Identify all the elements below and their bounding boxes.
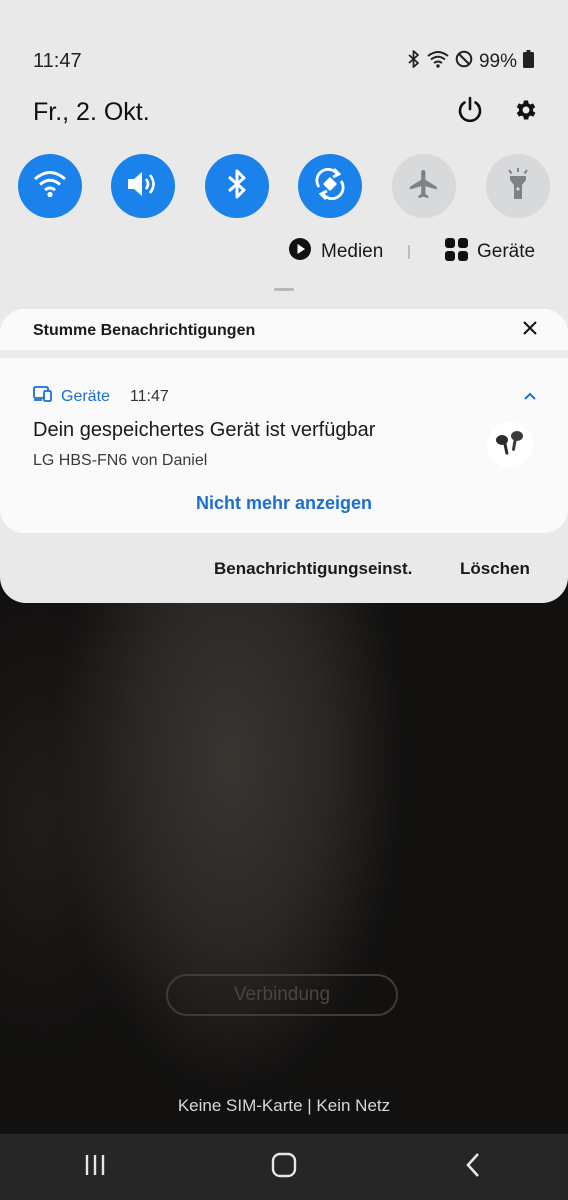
devices-label: Geräte: [477, 241, 536, 262]
status-icons: 99%: [407, 50, 534, 74]
media-devices-row: Medien Geräte: [0, 237, 568, 268]
tile-wifi[interactable]: [18, 154, 82, 218]
back-button[interactable]: [443, 1137, 503, 1197]
tile-airplane[interactable]: [392, 154, 456, 218]
recents-icon: [83, 1153, 107, 1182]
date-label: Fr., 2. Okt.: [33, 98, 150, 126]
silent-notifications-title: Stumme Benachrichtigungen: [33, 322, 256, 339]
quick-settings-tiles: [18, 154, 550, 218]
recent-apps-button[interactable]: [65, 1137, 125, 1197]
notification-time: 11:47: [129, 387, 169, 405]
battery-icon: [523, 50, 534, 74]
media-divider: [408, 245, 410, 259]
power-icon: [456, 96, 484, 129]
home-icon: [271, 1152, 297, 1183]
settings-button[interactable]: [510, 96, 542, 128]
tile-auto-rotate[interactable]: [298, 154, 362, 218]
sim-status-text: Keine SIM-Karte | Kein Netz: [177, 1096, 391, 1115]
play-icon: [288, 237, 312, 267]
wifi-icon: [33, 170, 67, 203]
battery-level: 99%: [478, 51, 517, 72]
power-button[interactable]: [454, 96, 486, 128]
gear-icon: [513, 97, 539, 128]
media-label: Medien: [321, 241, 384, 262]
devices-grid-icon: [445, 237, 468, 267]
airplane-icon: [407, 167, 441, 206]
dismiss-section-button[interactable]: [518, 318, 542, 342]
clear-all-button[interactable]: Löschen: [460, 559, 530, 579]
speaker-icon: [125, 169, 161, 204]
notification-settings-button[interactable]: Benachrichtigungseinst.: [214, 559, 412, 579]
devices-button[interactable]: Geräte: [445, 237, 536, 267]
notification-app-name: Geräte: [61, 387, 110, 405]
rotate-icon: [312, 166, 348, 207]
status-time: 11:47: [33, 50, 82, 72]
tile-bluetooth[interactable]: [205, 154, 269, 218]
connect-button[interactable]: Verbindung: [166, 974, 398, 1016]
do-not-disturb-icon: [455, 50, 473, 74]
dont-show-again-button[interactable]: Nicht mehr anzeigen: [0, 493, 568, 514]
status-bar: 11:47 99%: [0, 0, 568, 90]
tile-flashlight[interactable]: [486, 154, 550, 218]
tile-sound[interactable]: [111, 154, 175, 218]
devices-app-icon: [33, 386, 53, 407]
card-divider: [0, 350, 568, 358]
wifi-icon: [427, 50, 449, 74]
flashlight-icon: [503, 167, 533, 206]
collapse-notification-button[interactable]: [520, 386, 540, 406]
home-button[interactable]: [254, 1137, 314, 1197]
back-icon: [465, 1152, 481, 1183]
earbuds-image: [487, 422, 533, 468]
earbuds-icon: [491, 428, 529, 463]
notification-subtitle: LG HBS-FN6 von Daniel: [33, 452, 208, 469]
media-button[interactable]: Medien: [288, 238, 383, 266]
chevron-up-icon: [524, 387, 536, 405]
bluetooth-icon: [407, 50, 421, 74]
panel-drag-handle[interactable]: [274, 288, 294, 291]
navigation-bar: [0, 1134, 568, 1200]
close-icon: [522, 320, 538, 341]
notification-app-header: Geräte 11:47: [33, 386, 169, 407]
bluetooth-icon: [226, 168, 248, 205]
quick-panel: 11:47 99% Fr., 2. Okt. Medien Geräte Stu…: [0, 0, 568, 603]
notification-title: Dein gespeichertes Gerät ist verfügbar: [33, 419, 376, 441]
